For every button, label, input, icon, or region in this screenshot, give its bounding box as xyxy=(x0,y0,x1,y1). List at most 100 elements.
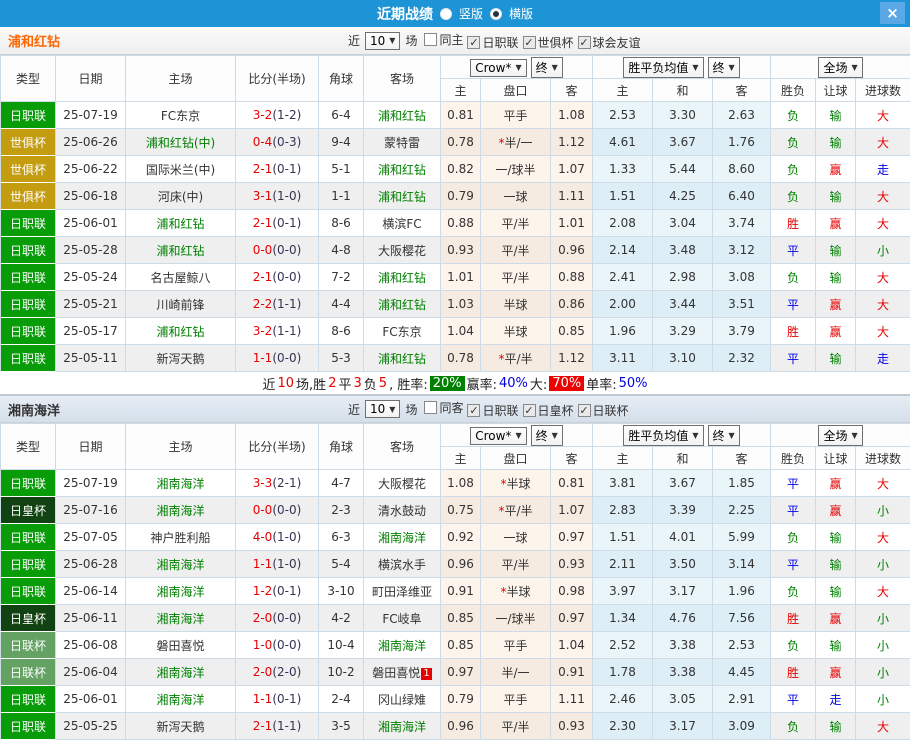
avg-home: 2.11 xyxy=(592,550,653,578)
match-count-select[interactable]: 10 ▼ xyxy=(365,400,401,418)
home-team: 国际米兰(中) xyxy=(125,155,236,183)
odds-stage-select[interactable]: 终 ▼ xyxy=(530,56,563,78)
away-team: 浦和红钻 xyxy=(363,182,441,210)
match-type: 世俱杯 xyxy=(0,182,56,210)
filter-checkbox[interactable]: 同客 xyxy=(424,399,463,416)
odds-home: 0.75 xyxy=(440,496,481,524)
away-team: 浦和红钻 xyxy=(363,263,441,291)
avg-select-group: 胜平负均值 ▼ 终 ▼ xyxy=(591,423,772,447)
summary-segment: 50% xyxy=(618,375,648,391)
avg-away: 3.51 xyxy=(711,290,772,318)
avg-type-select[interactable]: 胜平负均值 ▼ xyxy=(623,424,704,446)
match-row: 日联杯 25-06-08 磐田喜悦 1-0(0-0) 10-4 湘南海洋 0.85 平手 1.0… xyxy=(0,631,910,659)
away-team: 浦和红钻 xyxy=(363,101,441,129)
star-mark: * xyxy=(498,135,505,150)
home-team: 湘南海洋 xyxy=(125,604,236,632)
avg-away: 1.76 xyxy=(711,128,772,156)
layout-radio-vertical-label[interactable]: 竖版 xyxy=(459,5,483,22)
checkbox-checked-icon[interactable]: ✓ xyxy=(522,404,536,417)
result-handicap: 赢 xyxy=(815,604,857,632)
match-date: 25-06-01 xyxy=(55,685,126,713)
match-date: 25-06-14 xyxy=(55,577,126,605)
odds-home: 0.93 xyxy=(440,236,481,264)
away-team: 町田泽维亚 xyxy=(363,577,441,605)
score: 2-0(2-0) xyxy=(235,658,319,686)
avg-away: 1.96 xyxy=(711,577,772,605)
dialog-title: 近期战绩 xyxy=(376,6,433,23)
home-team: 湘南海洋 xyxy=(125,496,236,524)
filter-checkbox[interactable]: 同主 xyxy=(424,31,463,48)
scope-select[interactable]: 全场 ▼ xyxy=(818,56,863,78)
result-goals: 大 xyxy=(855,577,910,605)
avg-type-select[interactable]: 胜平负均值 ▼ xyxy=(623,56,704,78)
filter-label: 世俱杯 xyxy=(537,35,574,50)
away-team: 湘南海洋 xyxy=(363,631,441,659)
odds-home: 0.78 xyxy=(440,128,481,156)
filter-checkbox[interactable]: ✓ 日职联 xyxy=(467,34,519,51)
match-date: 25-07-05 xyxy=(55,523,126,551)
odds-home: 0.78 xyxy=(440,344,481,372)
corner-score: 8-6 xyxy=(318,317,364,345)
odds-home: 1.08 xyxy=(440,469,481,497)
corner-score: 10-4 xyxy=(318,631,364,659)
match-row: 日职联 25-06-01 浦和红钻 2-1(0-1) 8-6 横滨FC 0.88 平/半 1.0… xyxy=(0,209,910,237)
col-date: 日期 xyxy=(55,423,126,470)
result-wdl: 负 xyxy=(770,712,817,740)
col-score: 比分(半场) xyxy=(235,423,319,470)
result-goals: 大 xyxy=(855,469,910,497)
result-handicap: 输 xyxy=(815,263,857,291)
odds-home: 0.81 xyxy=(440,101,481,129)
subcol-handicap-result: 让球 xyxy=(815,446,857,470)
avg-away: 2.53 xyxy=(711,631,772,659)
result-handicap: 输 xyxy=(815,236,857,264)
checkbox-checked-icon[interactable]: ✓ xyxy=(522,35,536,49)
result-handicap: 输 xyxy=(815,523,857,551)
match-row: 日职联 25-07-19 湘南海洋 3-3(2-1) 4-7 大阪樱花 1.08 *半球 0.8… xyxy=(0,469,910,497)
result-wdl: 胜 xyxy=(770,317,817,345)
avg-away: 2.63 xyxy=(711,101,772,129)
checkbox-icon[interactable] xyxy=(424,32,438,46)
avg-stage-select[interactable]: 终 ▼ xyxy=(707,424,740,446)
match-count-select[interactable]: 10 ▼ xyxy=(365,31,401,50)
layout-radio-horizontal[interactable] xyxy=(490,7,502,20)
filter-checkbox[interactable]: ✓ 世俱杯 xyxy=(522,34,574,51)
checkbox-checked-icon[interactable]: ✓ xyxy=(577,35,591,49)
layout-radio-horizontal-label[interactable]: 横版 xyxy=(509,5,533,22)
avg-away: 3.79 xyxy=(711,317,772,345)
checkbox-icon[interactable] xyxy=(424,401,438,414)
checkbox-checked-icon[interactable]: ✓ xyxy=(577,404,591,417)
subcol-goals: 进球数 xyxy=(855,446,910,470)
away-team: 冈山绿雉 xyxy=(363,685,441,713)
home-team: 新泻天鹅 xyxy=(125,344,236,372)
checkbox-checked-icon[interactable]: ✓ xyxy=(467,35,481,49)
result-wdl: 平 xyxy=(770,685,817,713)
odds-stage-select[interactable]: 终 ▼ xyxy=(530,424,563,446)
result-handicap: 输 xyxy=(815,182,857,210)
checkbox-checked-icon[interactable]: ✓ xyxy=(467,404,481,417)
col-score: 比分(半场) xyxy=(235,55,319,102)
summary-segment: , 胜率: xyxy=(389,377,428,393)
handicap-line: *平/半 xyxy=(480,496,551,524)
chevron-down-icon: ▼ xyxy=(515,63,522,72)
result-handicap: 赢 xyxy=(815,496,857,524)
match-row: 日职联 25-07-19 FC东京 3-2(1-2) 6-4 浦和红钻 0.81 平手 1.08… xyxy=(0,101,910,129)
close-icon[interactable]: × xyxy=(880,2,905,24)
filter-checkbox[interactable]: ✓ 日联杯 xyxy=(577,402,629,419)
score: 2-1(1-1) xyxy=(235,712,319,740)
match-type: 世俱杯 xyxy=(0,155,56,183)
filter-checkbox[interactable]: ✓ 日职联 xyxy=(467,402,519,419)
match-row: 世俱杯 25-06-26 浦和红钻(中) 0-4(0-3) 9-4 蒙特雷 0.78 *半/一… xyxy=(0,128,910,156)
corner-score: 5-4 xyxy=(318,550,364,578)
scope-select[interactable]: 全场 ▼ xyxy=(818,424,863,446)
odds-source-select[interactable]: Crow* ▼ xyxy=(470,426,527,445)
filter-checkbox[interactable]: ✓ 日皇杯 xyxy=(522,402,574,419)
avg-stage-select[interactable]: 终 ▼ xyxy=(707,56,740,78)
odds-away: 1.12 xyxy=(550,128,593,156)
result-wdl: 负 xyxy=(770,101,817,129)
filter-checkbox[interactable]: ✓ 球会友谊 xyxy=(577,34,641,51)
match-row: 世俱杯 25-06-22 国际米兰(中) 2-1(0-1) 5-1 浦和红钻 0.82 一/球… xyxy=(0,155,910,183)
avg-home: 2.53 xyxy=(592,101,653,129)
away-team: 湘南海洋 xyxy=(363,712,441,740)
layout-radio-vertical[interactable] xyxy=(439,7,452,20)
odds-source-select[interactable]: Crow* ▼ xyxy=(470,58,527,77)
